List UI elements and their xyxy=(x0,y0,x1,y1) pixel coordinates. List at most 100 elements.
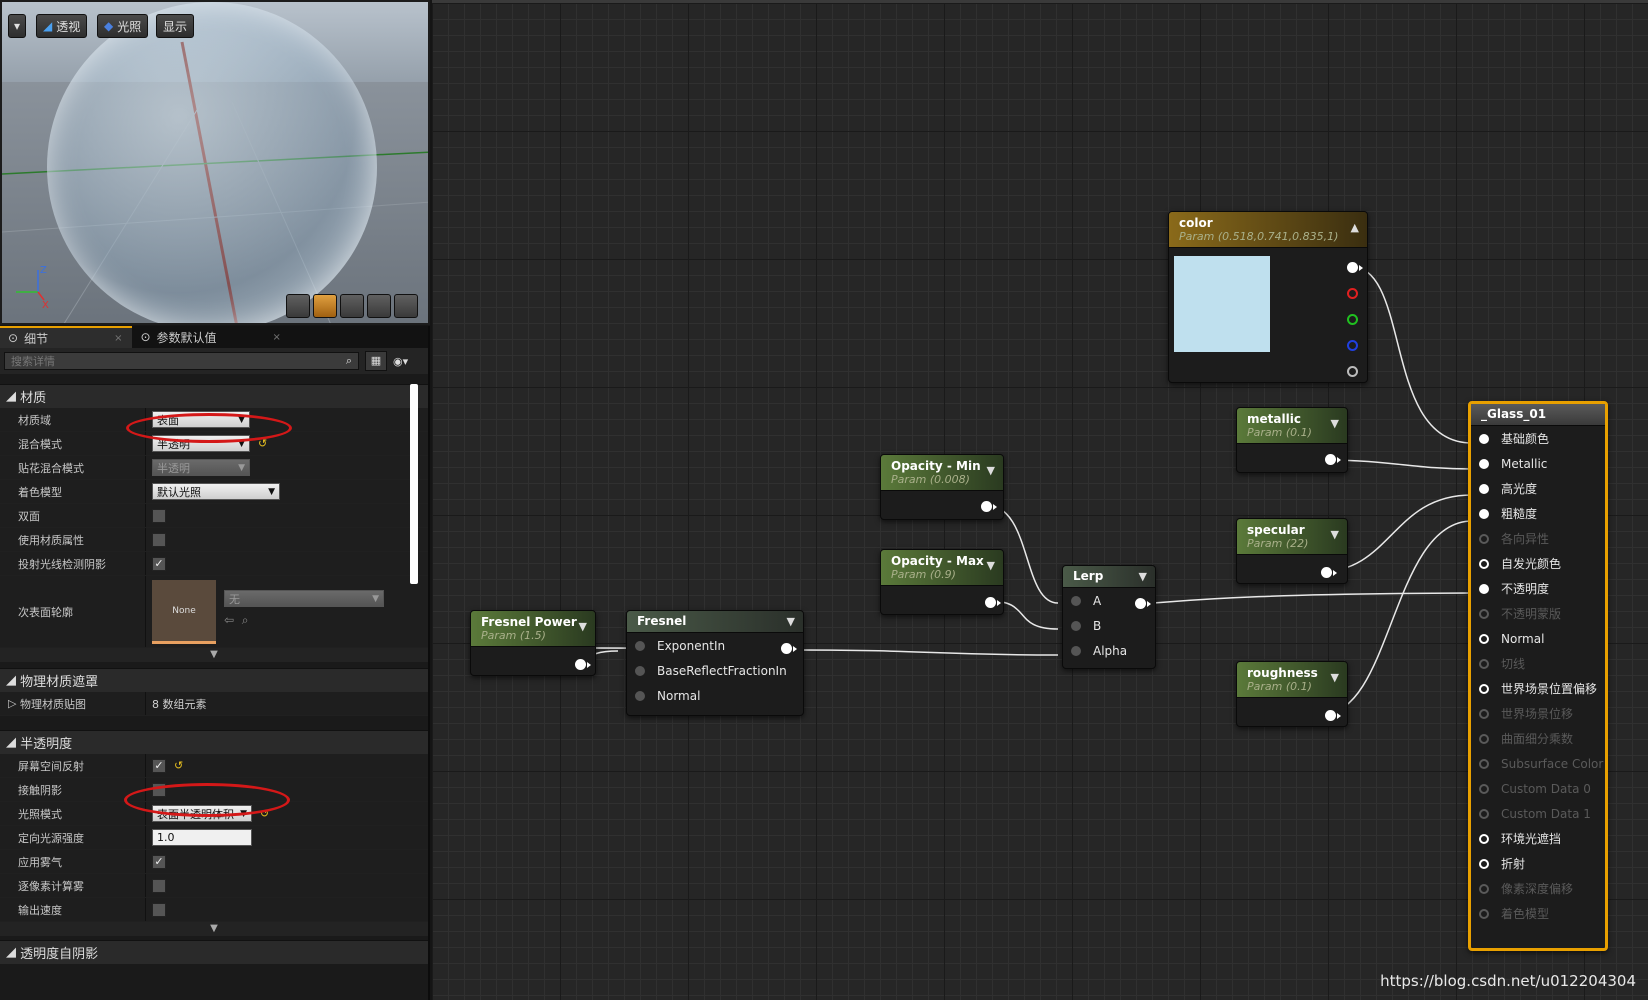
input-pin[interactable] xyxy=(1479,458,1489,469)
node-header[interactable]: _Glass_01 xyxy=(1471,404,1605,426)
output-pin[interactable] xyxy=(575,659,591,670)
output-pin[interactable] xyxy=(781,643,797,654)
category-material[interactable]: ◢ 材质 xyxy=(0,384,428,408)
tab-details[interactable]: ⊙ 细节 × xyxy=(0,326,133,348)
fresnel-node[interactable]: Fresnel ▼ ExponentIn BaseReflectFraction… xyxy=(626,610,804,716)
directional-intensity-input[interactable]: 1.0 xyxy=(152,829,252,846)
input-pin[interactable] xyxy=(1479,783,1489,794)
output-pin-b[interactable] xyxy=(1347,340,1358,351)
input-pin[interactable] xyxy=(635,665,645,676)
lerp-input-b[interactable]: B xyxy=(1063,613,1155,638)
result-input-pin-row[interactable]: 各向异性 xyxy=(1471,526,1605,551)
result-input-pin-row[interactable]: 世界场景位置偏移 xyxy=(1471,676,1605,701)
result-input-pin-row[interactable]: Custom Data 0 xyxy=(1471,776,1605,801)
fresnel-power-param-node[interactable]: Fresnel Power Param (1.5) ▼ xyxy=(470,610,596,676)
input-pin[interactable] xyxy=(1479,483,1489,494)
plane-preview-button[interactable] xyxy=(340,294,364,318)
input-pin[interactable] xyxy=(635,690,645,701)
node-header[interactable]: Opacity - Max Param (0.9) ▼ xyxy=(881,550,1003,586)
output-pin-g[interactable] xyxy=(1347,314,1358,325)
opacity-min-param-node[interactable]: Opacity - Min Param (0.008) ▼ xyxy=(880,454,1004,520)
property-matrix-icon[interactable]: ▦ xyxy=(365,351,387,371)
use-selected-arrow-icon[interactable]: ⇦ xyxy=(224,613,234,627)
result-input-pin-row[interactable]: 不透明度 xyxy=(1471,576,1605,601)
apply-fogging-checkbox[interactable]: ✓ xyxy=(152,854,166,869)
details-scrollbar[interactable] xyxy=(410,384,418,584)
result-input-pin-row[interactable]: 环境光遮挡 xyxy=(1471,826,1605,851)
shading-model-dropdown[interactable]: 默认光照 ▼ xyxy=(152,483,280,500)
node-header[interactable]: Fresnel ▼ xyxy=(627,611,803,633)
fresnel-input-exponent[interactable]: ExponentIn xyxy=(627,633,803,658)
compute-fog-per-pixel-checkbox[interactable] xyxy=(152,878,166,893)
input-pin[interactable] xyxy=(1479,833,1489,844)
output-pin[interactable] xyxy=(985,597,1001,608)
result-input-pin-row[interactable]: 高光度 xyxy=(1471,476,1605,501)
close-tab-icon[interactable]: × xyxy=(273,332,281,343)
input-pin[interactable] xyxy=(1071,620,1081,631)
node-header[interactable]: Opacity - Min Param (0.008) ▼ xyxy=(881,455,1003,491)
result-input-pin-row[interactable]: 像素深度偏移 xyxy=(1471,876,1605,901)
fresnel-input-normal[interactable]: Normal xyxy=(627,683,803,708)
result-input-pin-row[interactable]: Normal xyxy=(1471,626,1605,651)
category-translucency-self-shadow[interactable]: ◢ 透明度自阴影 xyxy=(0,940,428,964)
lerp-input-alpha[interactable]: Alpha xyxy=(1063,638,1155,663)
opacity-max-param-node[interactable]: Opacity - Max Param (0.9) ▼ xyxy=(880,549,1004,615)
collapse-down-icon[interactable]: ▼ xyxy=(787,615,795,628)
input-pin[interactable] xyxy=(1071,595,1081,606)
output-pin-r[interactable] xyxy=(1347,288,1358,299)
collapse-down-icon[interactable]: ▼ xyxy=(987,464,995,477)
output-pin[interactable] xyxy=(1325,454,1341,465)
lit-button[interactable]: ◆ 光照 xyxy=(97,14,149,38)
custom-mesh-preview-button[interactable] xyxy=(394,294,418,318)
input-pin[interactable] xyxy=(1479,533,1489,544)
node-header[interactable]: color Param (0.518,0.741,0.835,1) ▲ xyxy=(1169,212,1367,248)
prop-label-wrap[interactable]: ▷ 物理材质贴图 xyxy=(0,692,146,715)
category-physical-material-mask[interactable]: ◢ 物理材质遮罩 xyxy=(0,668,428,692)
result-input-pin-row[interactable]: Subsurface Color xyxy=(1471,751,1605,776)
advanced-expander[interactable]: ▼ xyxy=(0,648,428,662)
sphere-preview-button[interactable] xyxy=(313,294,337,318)
glass-material-result-node[interactable]: _Glass_01 基础颜色 Metallic 高光度 粗糙度 各向异性 自发光颜色 不透明… xyxy=(1468,401,1608,951)
input-pin[interactable] xyxy=(1479,583,1489,594)
input-pin[interactable] xyxy=(1479,683,1489,694)
result-input-pin-row[interactable]: 着色模型 xyxy=(1471,901,1605,926)
input-pin[interactable] xyxy=(1479,883,1489,894)
collapse-down-icon[interactable]: ▼ xyxy=(1331,417,1339,430)
input-pin[interactable] xyxy=(1479,758,1489,769)
perspective-button[interactable]: ◢ 透视 xyxy=(36,14,88,38)
browse-search-icon[interactable]: ⌕ xyxy=(242,613,249,627)
advanced-expander[interactable]: ▼ xyxy=(0,922,428,936)
viewport-options-button[interactable]: ▾ xyxy=(8,14,27,38)
cast-ray-traced-shadows-checkbox[interactable]: ✓ xyxy=(152,556,166,571)
result-input-pin-row[interactable]: 切线 xyxy=(1471,651,1605,676)
cylinder-preview-button[interactable] xyxy=(286,294,310,318)
input-pin[interactable] xyxy=(1479,908,1489,919)
tab-param-defaults[interactable]: ⊙ 参数默认值 × xyxy=(132,326,290,348)
reset-to-default-icon[interactable]: ↺ xyxy=(174,759,183,772)
input-pin[interactable] xyxy=(1479,658,1489,669)
output-pin-a[interactable] xyxy=(1347,366,1358,377)
node-header[interactable]: roughness Param (0.1) ▼ xyxy=(1237,662,1347,698)
result-input-pin-row[interactable]: 曲面细分乘数 xyxy=(1471,726,1605,751)
input-pin[interactable] xyxy=(1479,558,1489,569)
result-input-pin-row[interactable]: 基础颜色 xyxy=(1471,426,1605,451)
collapse-down-icon[interactable]: ▼ xyxy=(1331,528,1339,541)
material-graph-canvas[interactable]: color Param (0.518,0.741,0.835,1) ▲ meta… xyxy=(432,0,1648,1000)
result-input-pin-row[interactable]: 粗糙度 xyxy=(1471,501,1605,526)
collapse-down-icon[interactable]: ▼ xyxy=(1139,570,1147,583)
node-header[interactable]: specular Param (22) ▼ xyxy=(1237,519,1347,555)
output-pin[interactable] xyxy=(1321,567,1337,578)
screen-space-reflections-checkbox[interactable]: ✓ xyxy=(152,758,166,773)
input-pin[interactable] xyxy=(1071,645,1081,656)
result-input-pin-row[interactable]: 世界场景位移 xyxy=(1471,701,1605,726)
collapse-down-icon[interactable]: ▼ xyxy=(1331,671,1339,684)
input-pin[interactable] xyxy=(1479,508,1489,519)
output-pin[interactable] xyxy=(981,501,997,512)
node-header[interactable]: metallic Param (0.1) ▼ xyxy=(1237,408,1347,444)
collapse-up-icon[interactable]: ▲ xyxy=(1351,221,1359,234)
result-input-pin-row[interactable]: 不透明蒙版 xyxy=(1471,601,1605,626)
input-pin[interactable] xyxy=(1479,858,1489,869)
output-pin[interactable] xyxy=(1135,598,1151,609)
asset-thumbnail[interactable]: None xyxy=(152,580,216,644)
output-velocity-checkbox[interactable] xyxy=(152,902,166,917)
